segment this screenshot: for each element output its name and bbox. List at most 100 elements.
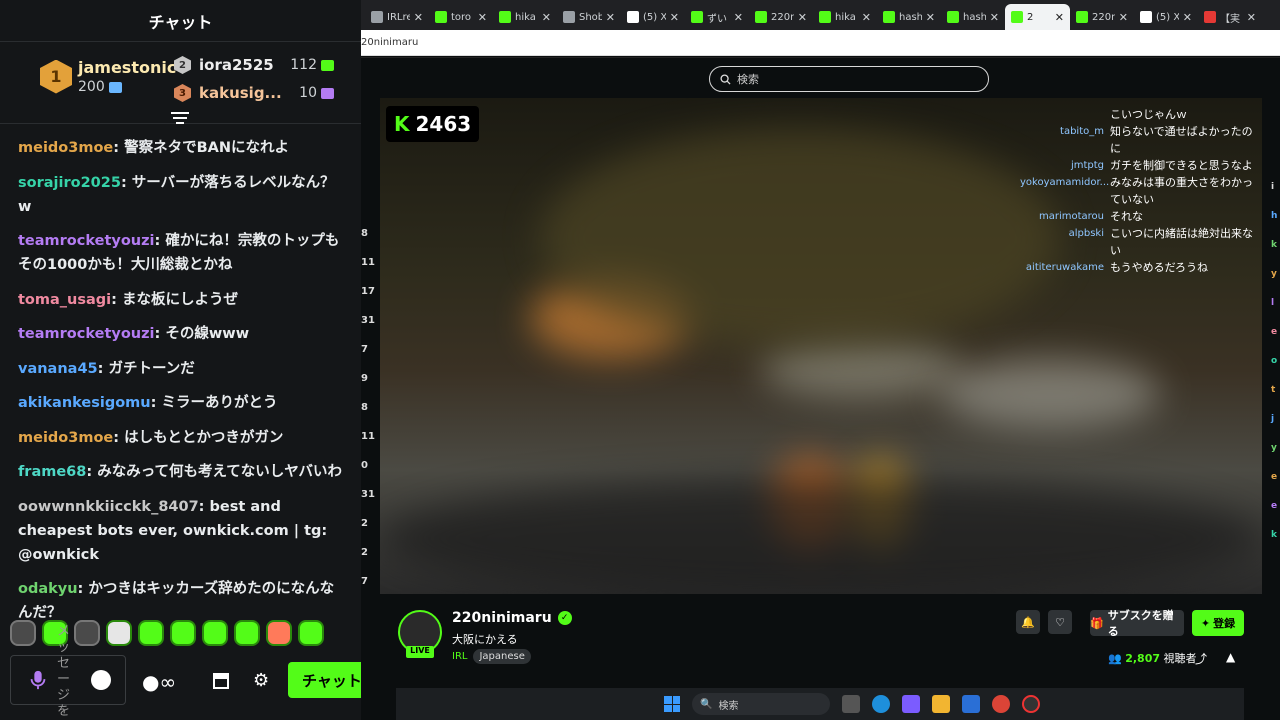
store-app-icon[interactable] — [962, 695, 980, 713]
tab-title: ずい — [707, 13, 727, 25]
emote-item[interactable] — [10, 620, 36, 646]
tab-close-icon[interactable]: ✕ — [862, 11, 871, 24]
tab-close-icon[interactable]: ✕ — [1183, 11, 1192, 24]
chat-username[interactable]: sorajiro2025 — [18, 175, 121, 191]
heart-icon[interactable]: ♡ — [1048, 610, 1072, 634]
infinity-icon[interactable]: ●∞ — [142, 670, 176, 694]
tab-close-icon[interactable]: ✕ — [1247, 11, 1256, 24]
leaderboard-third[interactable]: 3 kakusig... 10 — [174, 84, 334, 102]
search-input[interactable]: 検索 — [709, 66, 989, 92]
edge-icon[interactable] — [872, 695, 890, 713]
browser-tab[interactable]: (5) X ✕ — [621, 4, 685, 30]
tab-close-icon[interactable]: ✕ — [542, 11, 551, 24]
tab-close-icon[interactable]: ✕ — [1055, 11, 1064, 24]
chat-username[interactable]: frame68 — [18, 464, 86, 480]
follow-button[interactable]: ✦ 登録 — [1192, 610, 1244, 636]
address-bar[interactable]: 20ninimaru — [361, 30, 1280, 56]
tab-close-icon[interactable]: ✕ — [926, 11, 935, 24]
emoji-icon[interactable] — [91, 670, 111, 690]
tab-close-icon[interactable]: ✕ — [1119, 11, 1128, 24]
right-strip-letter: k — [1271, 530, 1277, 540]
windows-start-icon[interactable] — [664, 696, 680, 712]
tab-close-icon[interactable]: ✕ — [670, 11, 679, 24]
folder-icon[interactable] — [932, 695, 950, 713]
tab-favicon-icon — [1140, 11, 1152, 23]
taskview-icon[interactable] — [842, 695, 860, 713]
tab-close-icon[interactable]: ✕ — [414, 11, 423, 24]
emote-item[interactable] — [170, 620, 196, 646]
chat-username[interactable]: teamrocketyouzi — [18, 233, 155, 249]
leaderboard-first[interactable]: 1 jamestonic 200 — [40, 58, 176, 95]
taskbar-search[interactable]: 🔍 検索 — [692, 693, 830, 715]
leaderboard-collapse-icon[interactable] — [170, 112, 190, 132]
verified-icon: ✓ — [557, 611, 572, 625]
tab-close-icon[interactable]: ✕ — [798, 11, 807, 24]
emote-item[interactable] — [234, 620, 260, 646]
tab-favicon-icon — [1204, 11, 1216, 23]
teams-icon[interactable] — [902, 695, 920, 713]
browser-tab[interactable]: hika ✕ — [493, 4, 557, 30]
tab-close-icon[interactable]: ✕ — [478, 11, 487, 24]
tab-title: (5) X — [643, 11, 666, 23]
chat-username[interactable]: odakyu — [18, 581, 78, 597]
report-icon[interactable]: ▲ — [1226, 650, 1235, 664]
channel-name[interactable]: 220ninimaru ✓ — [452, 610, 572, 626]
right-strip-letter: y — [1271, 269, 1277, 279]
browser-tab[interactable]: 2 ✕ — [1005, 4, 1070, 30]
tab-close-icon[interactable]: ✕ — [606, 11, 615, 24]
browser-tab[interactable]: 【実 ✕ — [1198, 4, 1262, 30]
overlay-chat-user — [1020, 106, 1110, 123]
chrome-icon[interactable] — [992, 695, 1010, 713]
right-strip-letter: k — [1271, 240, 1277, 250]
emote-item[interactable] — [106, 620, 132, 646]
viewer-number: 2,807 — [1125, 652, 1160, 665]
browser-tab[interactable]: IRLre ✕ — [365, 4, 429, 30]
overlay-chat-text: それな — [1110, 210, 1143, 223]
video-player[interactable]: K 2463 こいつじゃんｗ tabito_m 知らないで通せばよかったのに jmtp… — [380, 98, 1262, 594]
chat-input[interactable]: メッセージを送 — [10, 624, 126, 719]
share-icon[interactable]: ⤴ — [1195, 650, 1207, 667]
chat-username[interactable]: vanana45 — [18, 361, 98, 377]
tab-close-icon[interactable]: ✕ — [734, 11, 743, 24]
microphone-icon[interactable] — [27, 669, 49, 691]
browser-tab[interactable]: 220n ✕ — [1070, 4, 1134, 30]
chat-username[interactable]: meido3moe — [18, 140, 113, 156]
browser-tab[interactable]: hika ✕ — [813, 4, 877, 30]
tab-close-icon[interactable]: ✕ — [990, 11, 999, 24]
tab-title: 220n — [771, 11, 794, 23]
chat-separator: : — [154, 233, 166, 249]
chat-text: 警察ネタでBANになれよ — [124, 140, 290, 156]
emote-item[interactable] — [298, 620, 324, 646]
tab-favicon-icon — [1011, 11, 1023, 23]
chat-username[interactable]: meido3moe — [18, 430, 113, 446]
overlay-chat-text: もうやめるだろうね — [1110, 261, 1209, 274]
emote-item[interactable] — [266, 620, 292, 646]
bell-icon[interactable]: 🔔 — [1016, 610, 1040, 634]
app-icon[interactable] — [1022, 695, 1040, 713]
store-icon[interactable] — [211, 670, 231, 690]
gear-icon[interactable]: ⚙ — [253, 670, 269, 691]
left-strip-number: 8 — [361, 402, 368, 413]
language-tag[interactable]: Japanese — [473, 649, 531, 664]
chat-username[interactable]: oowwnnkkiicckk_8407 — [18, 499, 199, 515]
chat-send-button[interactable]: チャット — [288, 662, 361, 698]
chat-username[interactable]: toma_usagi — [18, 292, 111, 308]
browser-tab[interactable]: ずい ✕ — [685, 4, 749, 30]
chat-text: その線www — [165, 326, 250, 342]
emote-item[interactable] — [202, 620, 228, 646]
overlay-chat-line: alpbski こいつに内緒話は絶対出来ない — [1020, 225, 1260, 259]
browser-tab[interactable]: hash ✕ — [941, 4, 1005, 30]
tab-favicon-icon — [883, 11, 895, 23]
browser-tab[interactable]: Shob ✕ — [557, 4, 621, 30]
chat-username[interactable]: teamrocketyouzi — [18, 326, 155, 342]
chat-username[interactable]: akikankesigomu — [18, 395, 151, 411]
browser-tab[interactable]: (5) X ✕ — [1134, 4, 1198, 30]
browser-tab[interactable]: toro ✕ — [429, 4, 493, 30]
rank-2-badge: 2 — [174, 56, 191, 74]
category-link[interactable]: IRL — [452, 651, 467, 662]
browser-tab[interactable]: hash ✕ — [877, 4, 941, 30]
browser-tab[interactable]: 220n ✕ — [749, 4, 813, 30]
gift-subscription-button[interactable]: 🎁 サブスクを贈る — [1090, 609, 1184, 638]
emote-item[interactable] — [138, 620, 164, 646]
leaderboard-second[interactable]: 2 iora2525 112 — [174, 56, 334, 74]
